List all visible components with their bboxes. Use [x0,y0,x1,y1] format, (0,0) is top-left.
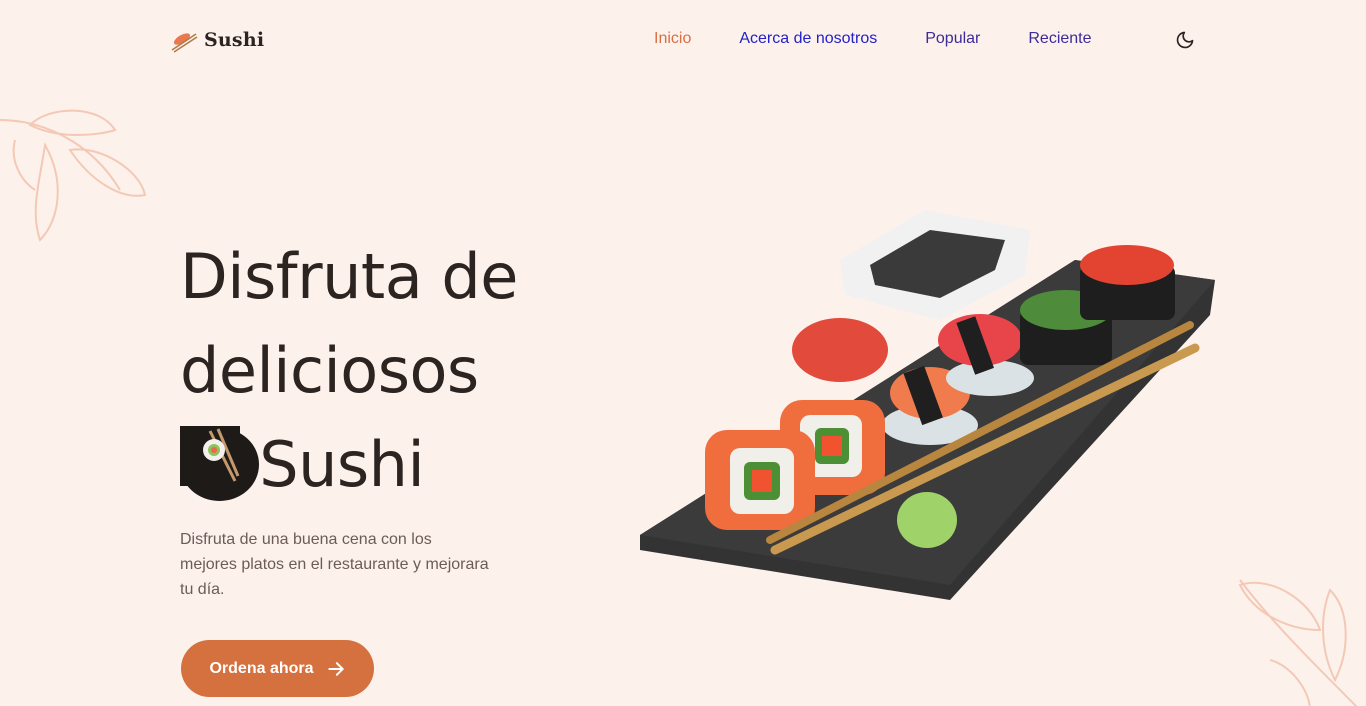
hero-title: Disfruta de deliciosos Sushi [180,230,600,512]
nav-link-reciente[interactable]: Reciente [1028,30,1091,48]
hero-title-sushi-word: Sushi [259,428,425,501]
brand-name: Sushi [204,29,265,51]
sushi-logo-icon [171,33,198,53]
hero-title-line-3: Sushi [180,418,600,512]
sushi-roll-avatar [180,426,260,501]
leaf-decoration-bottom-right [1238,579,1358,706]
main-nav: Inicio Acerca de nosotros Popular Recien… [654,30,1140,48]
hero-title-line-1: Disfruta de [180,240,518,313]
arrow-right-icon [327,661,344,676]
order-now-label: Ordena ahora [209,659,314,677]
brand-logo[interactable]: Sushi [170,26,264,54]
order-now-button[interactable]: Ordena ahora [181,640,374,697]
hero-title-line-2: deliciosos [180,334,479,407]
nav-link-inicio[interactable]: Inicio [654,30,691,48]
sushi-plate-image [640,210,1215,600]
leaf-decoration-top-left [0,109,147,242]
hero-description: Disfruta de una buena cena con los mejor… [180,531,489,598]
nav-link-popular[interactable]: Popular [925,30,980,48]
moon-icon[interactable] [1175,30,1195,50]
site-header: Sushi Inicio Acerca de nosotros Popular … [0,0,1366,80]
nav-link-acerca[interactable]: Acerca de nosotros [739,30,877,48]
